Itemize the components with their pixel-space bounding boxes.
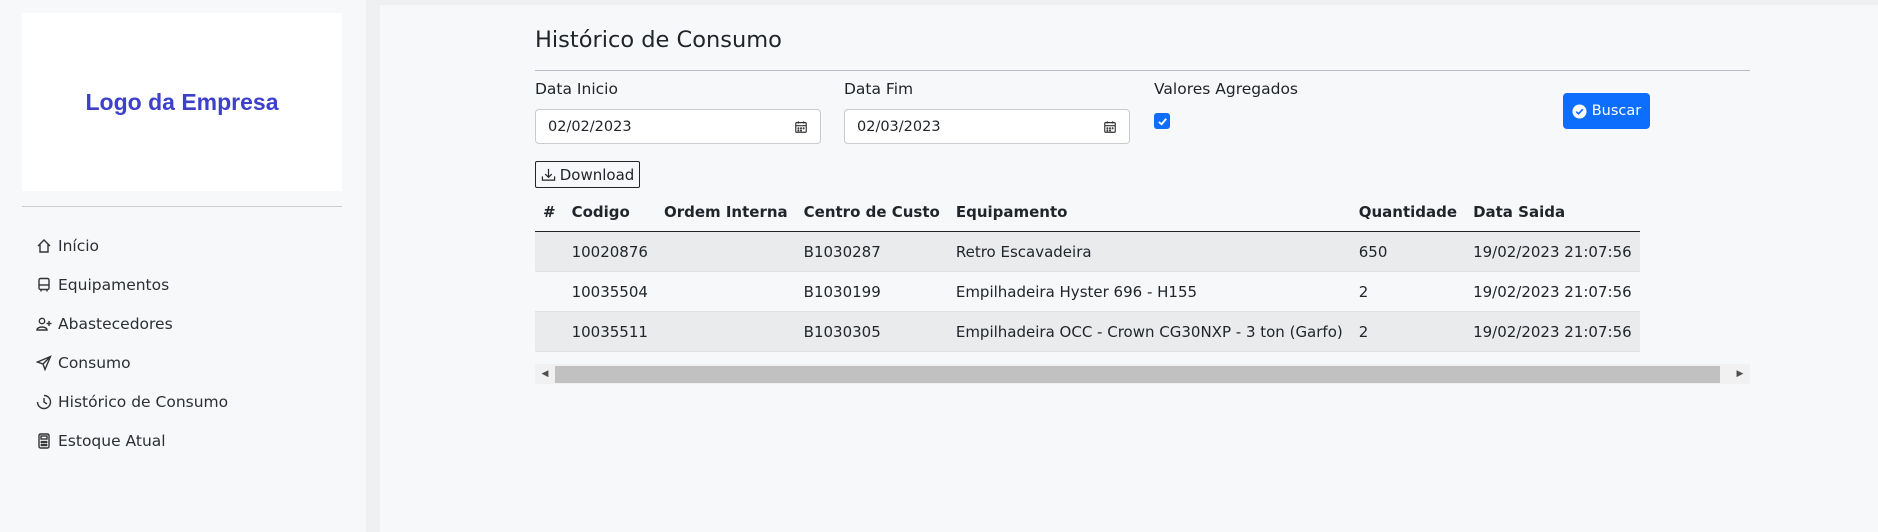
- table-cell: 650: [1350, 231, 1466, 272]
- column-header: Quantidade: [1350, 192, 1466, 232]
- check-icon: [1157, 117, 1167, 126]
- scrollbar-thumb[interactable]: [555, 365, 1720, 383]
- column-header: Codigo: [563, 192, 656, 232]
- calendar-icon[interactable]: [794, 120, 808, 134]
- aggregate-checkbox[interactable]: [1154, 113, 1170, 129]
- start-date-label: Data Inicio: [535, 80, 618, 98]
- page-title: Histórico de Consumo: [535, 27, 782, 53]
- table-cell: [655, 311, 796, 352]
- table-cell: [655, 271, 796, 312]
- end-date-input[interactable]: 02/03/2023: [844, 109, 1130, 144]
- main-content: Histórico de Consumo Data Inicio 02/02/2…: [380, 5, 1878, 532]
- sidebar-item-historico[interactable]: Histórico de Consumo: [36, 382, 228, 421]
- table-cell: B1030287: [795, 231, 948, 272]
- sidebar-item-abastecedores[interactable]: Abastecedores: [36, 304, 228, 343]
- sidebar-item-label: Abastecedores: [58, 314, 173, 333]
- sidebar-nav: Início Equipamentos Abastecedores Consum…: [36, 226, 228, 460]
- table-row: 10035504 B1030199 Empilhadeira Hyster 69…: [535, 271, 1640, 312]
- table-cell: 19/02/2023 21:07:56: [1465, 271, 1640, 312]
- aggregate-label: Valores Agregados: [1154, 80, 1299, 98]
- search-button-label: Buscar: [1591, 103, 1642, 119]
- title-divider: [535, 70, 1750, 71]
- start-date-value: 02/02/2023: [548, 118, 632, 135]
- end-date-value: 02/03/2023: [857, 118, 941, 135]
- company-logo: Logo da Empresa: [85, 88, 279, 115]
- calendar-icon[interactable]: [1103, 120, 1117, 134]
- clock-history-icon: [36, 394, 52, 409]
- table-cell: 19/02/2023 21:07:56: [1465, 311, 1640, 352]
- table-cell: Retro Escavadeira: [947, 231, 1351, 272]
- column-header: Ordem Interna: [655, 192, 796, 232]
- table-cell: [535, 271, 564, 312]
- sidebar-item-inicio[interactable]: Início: [36, 226, 228, 265]
- table-cell: 2: [1350, 311, 1466, 352]
- table-cell: 2: [1350, 271, 1466, 312]
- table-row: 10035511 B1030305 Empilhadeira OCC - Cro…: [535, 311, 1640, 352]
- column-header: Centro de Custo: [795, 192, 948, 232]
- sidebar-item-label: Consumo: [58, 353, 131, 372]
- sidebar-item-estoque[interactable]: Estoque Atual: [36, 421, 228, 460]
- check-circle-icon: [1572, 103, 1587, 119]
- table-cell: B1030199: [795, 271, 948, 312]
- sidebar-item-label: Estoque Atual: [58, 431, 166, 450]
- sidebar-item-consumo[interactable]: Consumo: [36, 343, 228, 382]
- table-cell: Empilhadeira Hyster 696 - H155: [947, 271, 1351, 312]
- house-icon: [37, 238, 51, 253]
- column-header: Equipamento: [947, 192, 1351, 232]
- search-button[interactable]: Buscar: [1563, 93, 1650, 129]
- table-cell: [535, 311, 564, 352]
- table-row: 10020876 B1030287 Retro Escavadeira 650 …: [535, 231, 1640, 272]
- logo-box: Logo da Empresa: [22, 13, 342, 191]
- table-cell: B1030305: [795, 311, 948, 352]
- bus-icon: [38, 277, 50, 291]
- table-cell: Empilhadeira OCC - Crown CG30NXP - 3 ton…: [947, 311, 1351, 352]
- person-plus-icon: [36, 317, 52, 331]
- table-header-row: # Codigo Ordem Interna Centro de Custo E…: [535, 192, 1640, 232]
- sidebar-item-equipamentos[interactable]: Equipamentos: [36, 265, 228, 304]
- send-icon: [36, 354, 52, 371]
- table-cell: 10035504: [563, 271, 656, 312]
- download-button[interactable]: Download: [535, 161, 640, 188]
- download-button-label: Download: [559, 165, 635, 184]
- scroll-right-icon[interactable]: ▶: [1730, 364, 1750, 384]
- consumption-table: # Codigo Ordem Interna Centro de Custo E…: [535, 192, 1640, 352]
- end-date-label: Data Fim: [844, 80, 914, 98]
- sidebar: Logo da Empresa Início Equipamentos Abas…: [0, 0, 366, 532]
- download-icon: [541, 168, 555, 181]
- table-cell: 10035511: [563, 311, 656, 352]
- horizontal-scrollbar[interactable]: ◀ ▶: [535, 364, 1750, 384]
- sidebar-divider: [22, 206, 342, 207]
- column-header: Data Saida: [1465, 192, 1640, 232]
- table-cell: [535, 231, 564, 272]
- sidebar-item-label: Histórico de Consumo: [58, 392, 229, 411]
- start-date-input[interactable]: 02/02/2023: [535, 109, 821, 144]
- sidebar-item-label: Início: [58, 236, 100, 255]
- column-header: #: [535, 192, 564, 232]
- table-cell: 19/02/2023 21:07:56: [1465, 231, 1640, 272]
- calculator-icon: [38, 432, 50, 449]
- sidebar-item-label: Equipamentos: [58, 275, 170, 294]
- table-cell: [655, 231, 796, 272]
- table-cell: 10020876: [563, 231, 656, 272]
- scroll-left-icon[interactable]: ◀: [535, 364, 555, 384]
